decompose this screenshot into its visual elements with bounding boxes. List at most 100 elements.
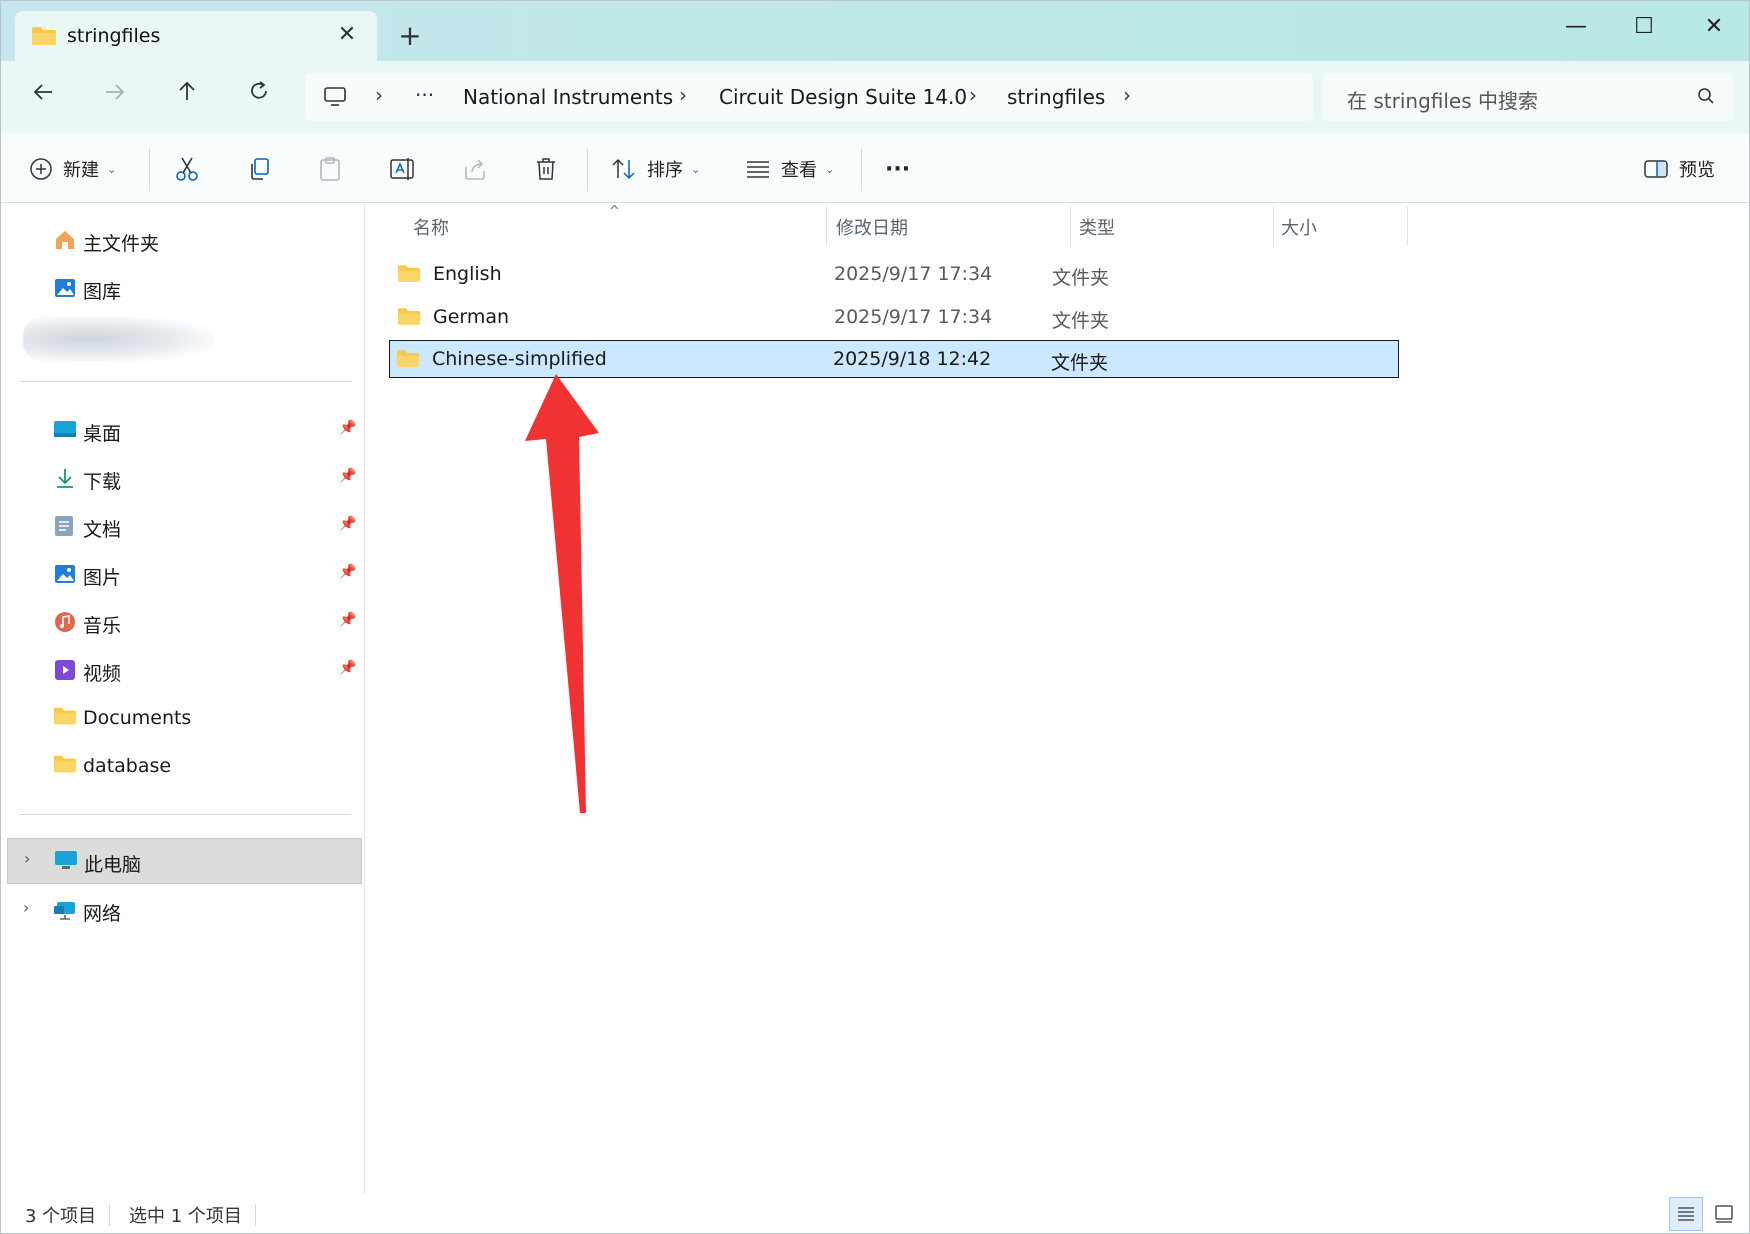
sidebar-item-gallery[interactable]: 图库 — [1, 266, 363, 310]
sidebar-item-documents[interactable]: 文档 📌 — [1, 504, 363, 548]
share-button[interactable] — [463, 153, 487, 185]
search-box[interactable]: 在 stringfiles 中搜索 — [1323, 73, 1733, 121]
minimize-button[interactable]: — — [1551, 9, 1601, 45]
column-divider[interactable] — [826, 206, 827, 246]
scissors-icon — [176, 157, 198, 181]
folder-icon — [396, 349, 420, 372]
sort-ascending-icon: ^ — [609, 204, 620, 219]
copy-button[interactable] — [247, 153, 271, 185]
file-date: 2025/9/17 17:34 — [834, 263, 993, 285]
music-icon — [53, 610, 77, 634]
sidebar-item-network[interactable]: › 网络 — [1, 888, 363, 932]
breadcrumb-stringfiles[interactable]: stringfiles — [1007, 85, 1105, 109]
column-header-size[interactable]: 大小 — [1281, 214, 1317, 240]
account-item-blurred[interactable] — [23, 316, 213, 362]
search-input[interactable]: 在 stringfiles 中搜索 — [1347, 85, 1538, 114]
navigation-row: › ··· National Instruments › Circuit Des… — [1, 61, 1749, 133]
sidebar-item-pictures[interactable]: 图片 📌 — [1, 552, 363, 596]
new-tab-button[interactable]: + — [395, 21, 425, 51]
chevron-right-icon[interactable]: › — [24, 849, 30, 868]
tiles-view-button[interactable] — [1707, 1197, 1741, 1231]
view-list-icon — [747, 161, 769, 178]
sidebar-item-desktop[interactable]: 桌面 📌 — [1, 408, 363, 452]
sidebar-item-home[interactable]: 主文件夹 — [1, 218, 363, 262]
maximize-button[interactable]: ☐ — [1619, 9, 1669, 45]
chevron-right-icon[interactable]: › — [375, 83, 383, 107]
file-name: Chinese-simplified — [432, 348, 607, 370]
sidebar-item-label: 主文件夹 — [83, 233, 160, 255]
status-bar: 3 个项目 选中 1 个项目 — [1, 1194, 1749, 1233]
column-divider[interactable] — [1273, 206, 1274, 246]
view-label: 查看 — [781, 160, 817, 181]
forward-arrow-icon — [106, 84, 125, 100]
file-date: 2025/9/17 17:34 — [834, 306, 993, 328]
forward-button[interactable] — [95, 79, 135, 115]
close-window-button[interactable]: ✕ — [1689, 9, 1739, 45]
documents-icon — [53, 514, 77, 538]
home-icon — [53, 228, 77, 252]
chevron-right-icon[interactable]: › — [969, 83, 977, 107]
sidebar-item-music[interactable]: 音乐 📌 — [1, 600, 363, 644]
file-row[interactable]: German 2025/9/17 17:34 文件夹 — [389, 298, 1399, 336]
pin-icon[interactable]: 📌 — [339, 420, 356, 436]
more-options-button[interactable]: ··· — [885, 153, 910, 185]
breadcrumb-national-instruments[interactable]: National Instruments — [463, 85, 673, 109]
item-count: 3 个项目 — [25, 1206, 97, 1227]
sidebar-item-label: 音乐 — [83, 615, 122, 637]
sidebar-item-documents-folder[interactable]: Documents — [1, 696, 363, 740]
tab-close-button[interactable]: ✕ — [333, 21, 361, 49]
view-button[interactable]: 查看 ⌄ — [745, 153, 834, 185]
column-divider[interactable] — [1407, 206, 1408, 246]
delete-button[interactable] — [535, 153, 557, 185]
file-list: ^ 名称 修改日期 类型 大小 English 2025/9/17 17:34 … — [367, 204, 1749, 1194]
file-row[interactable]: English 2025/9/17 17:34 文件夹 — [389, 255, 1399, 293]
pin-icon[interactable]: 📌 — [339, 516, 356, 532]
sidebar-item-videos[interactable]: 视频 📌 — [1, 648, 363, 692]
file-name: English — [433, 263, 502, 285]
details-view-button[interactable] — [1669, 1197, 1703, 1231]
column-header-type[interactable]: 类型 — [1079, 214, 1115, 240]
sidebar-item-label: 此电脑 — [84, 854, 142, 876]
status-divider — [255, 1204, 256, 1226]
preview-pane-button[interactable]: 预览 — [1643, 153, 1715, 185]
breadcrumb-circuit-design-suite[interactable]: Circuit Design Suite 14.0 — [719, 85, 967, 109]
preview-label: 预览 — [1679, 160, 1715, 181]
rename-button[interactable] — [389, 153, 417, 185]
command-bar: 新建 ⌄ 排序 ⌄ 查看 ⌄ ··· 预览 — [1, 133, 1749, 203]
sort-button[interactable]: 排序 ⌄ — [611, 153, 700, 185]
computer-icon[interactable] — [323, 86, 347, 112]
file-type: 文件夹 — [1051, 352, 1109, 374]
folder-icon — [31, 26, 57, 50]
sort-icon — [612, 158, 635, 180]
pin-icon[interactable]: 📌 — [339, 612, 356, 628]
folder-icon — [53, 754, 77, 778]
chevron-right-icon[interactable]: › — [23, 898, 29, 917]
breadcrumb-overflow[interactable]: ··· — [415, 83, 434, 107]
pin-icon[interactable]: 📌 — [339, 468, 356, 484]
paste-button[interactable] — [319, 153, 341, 185]
sidebar-item-database[interactable]: database — [1, 744, 363, 788]
sidebar-item-downloads[interactable]: 下载 📌 — [1, 456, 363, 500]
toolbar-divider — [149, 147, 150, 191]
paste-icon — [320, 157, 340, 181]
new-button[interactable]: 新建 ⌄ — [29, 153, 116, 185]
column-header-date[interactable]: 修改日期 — [836, 214, 908, 240]
refresh-button[interactable] — [239, 79, 279, 115]
column-header-name[interactable]: 名称 — [413, 214, 449, 240]
sidebar-item-label: 桌面 — [83, 423, 122, 445]
download-icon — [53, 466, 77, 490]
chevron-right-icon[interactable]: › — [1123, 83, 1131, 107]
column-divider[interactable] — [1070, 206, 1071, 246]
copy-icon — [251, 158, 269, 180]
cut-button[interactable] — [175, 153, 199, 185]
pin-icon[interactable]: 📌 — [339, 660, 356, 676]
back-button[interactable] — [23, 79, 63, 115]
file-row-selected[interactable]: Chinese-simplified 2025/9/18 12:42 文件夹 — [389, 340, 1399, 378]
search-icon[interactable] — [1697, 87, 1715, 109]
up-button[interactable] — [167, 79, 207, 115]
tab-stringfiles[interactable]: stringfiles ✕ — [15, 11, 377, 61]
pin-icon[interactable]: 📌 — [339, 564, 356, 580]
address-bar[interactable]: › ··· National Instruments › Circuit Des… — [305, 73, 1313, 121]
sidebar-item-this-pc[interactable]: › 此电脑 — [7, 838, 362, 884]
chevron-right-icon[interactable]: › — [679, 83, 687, 107]
